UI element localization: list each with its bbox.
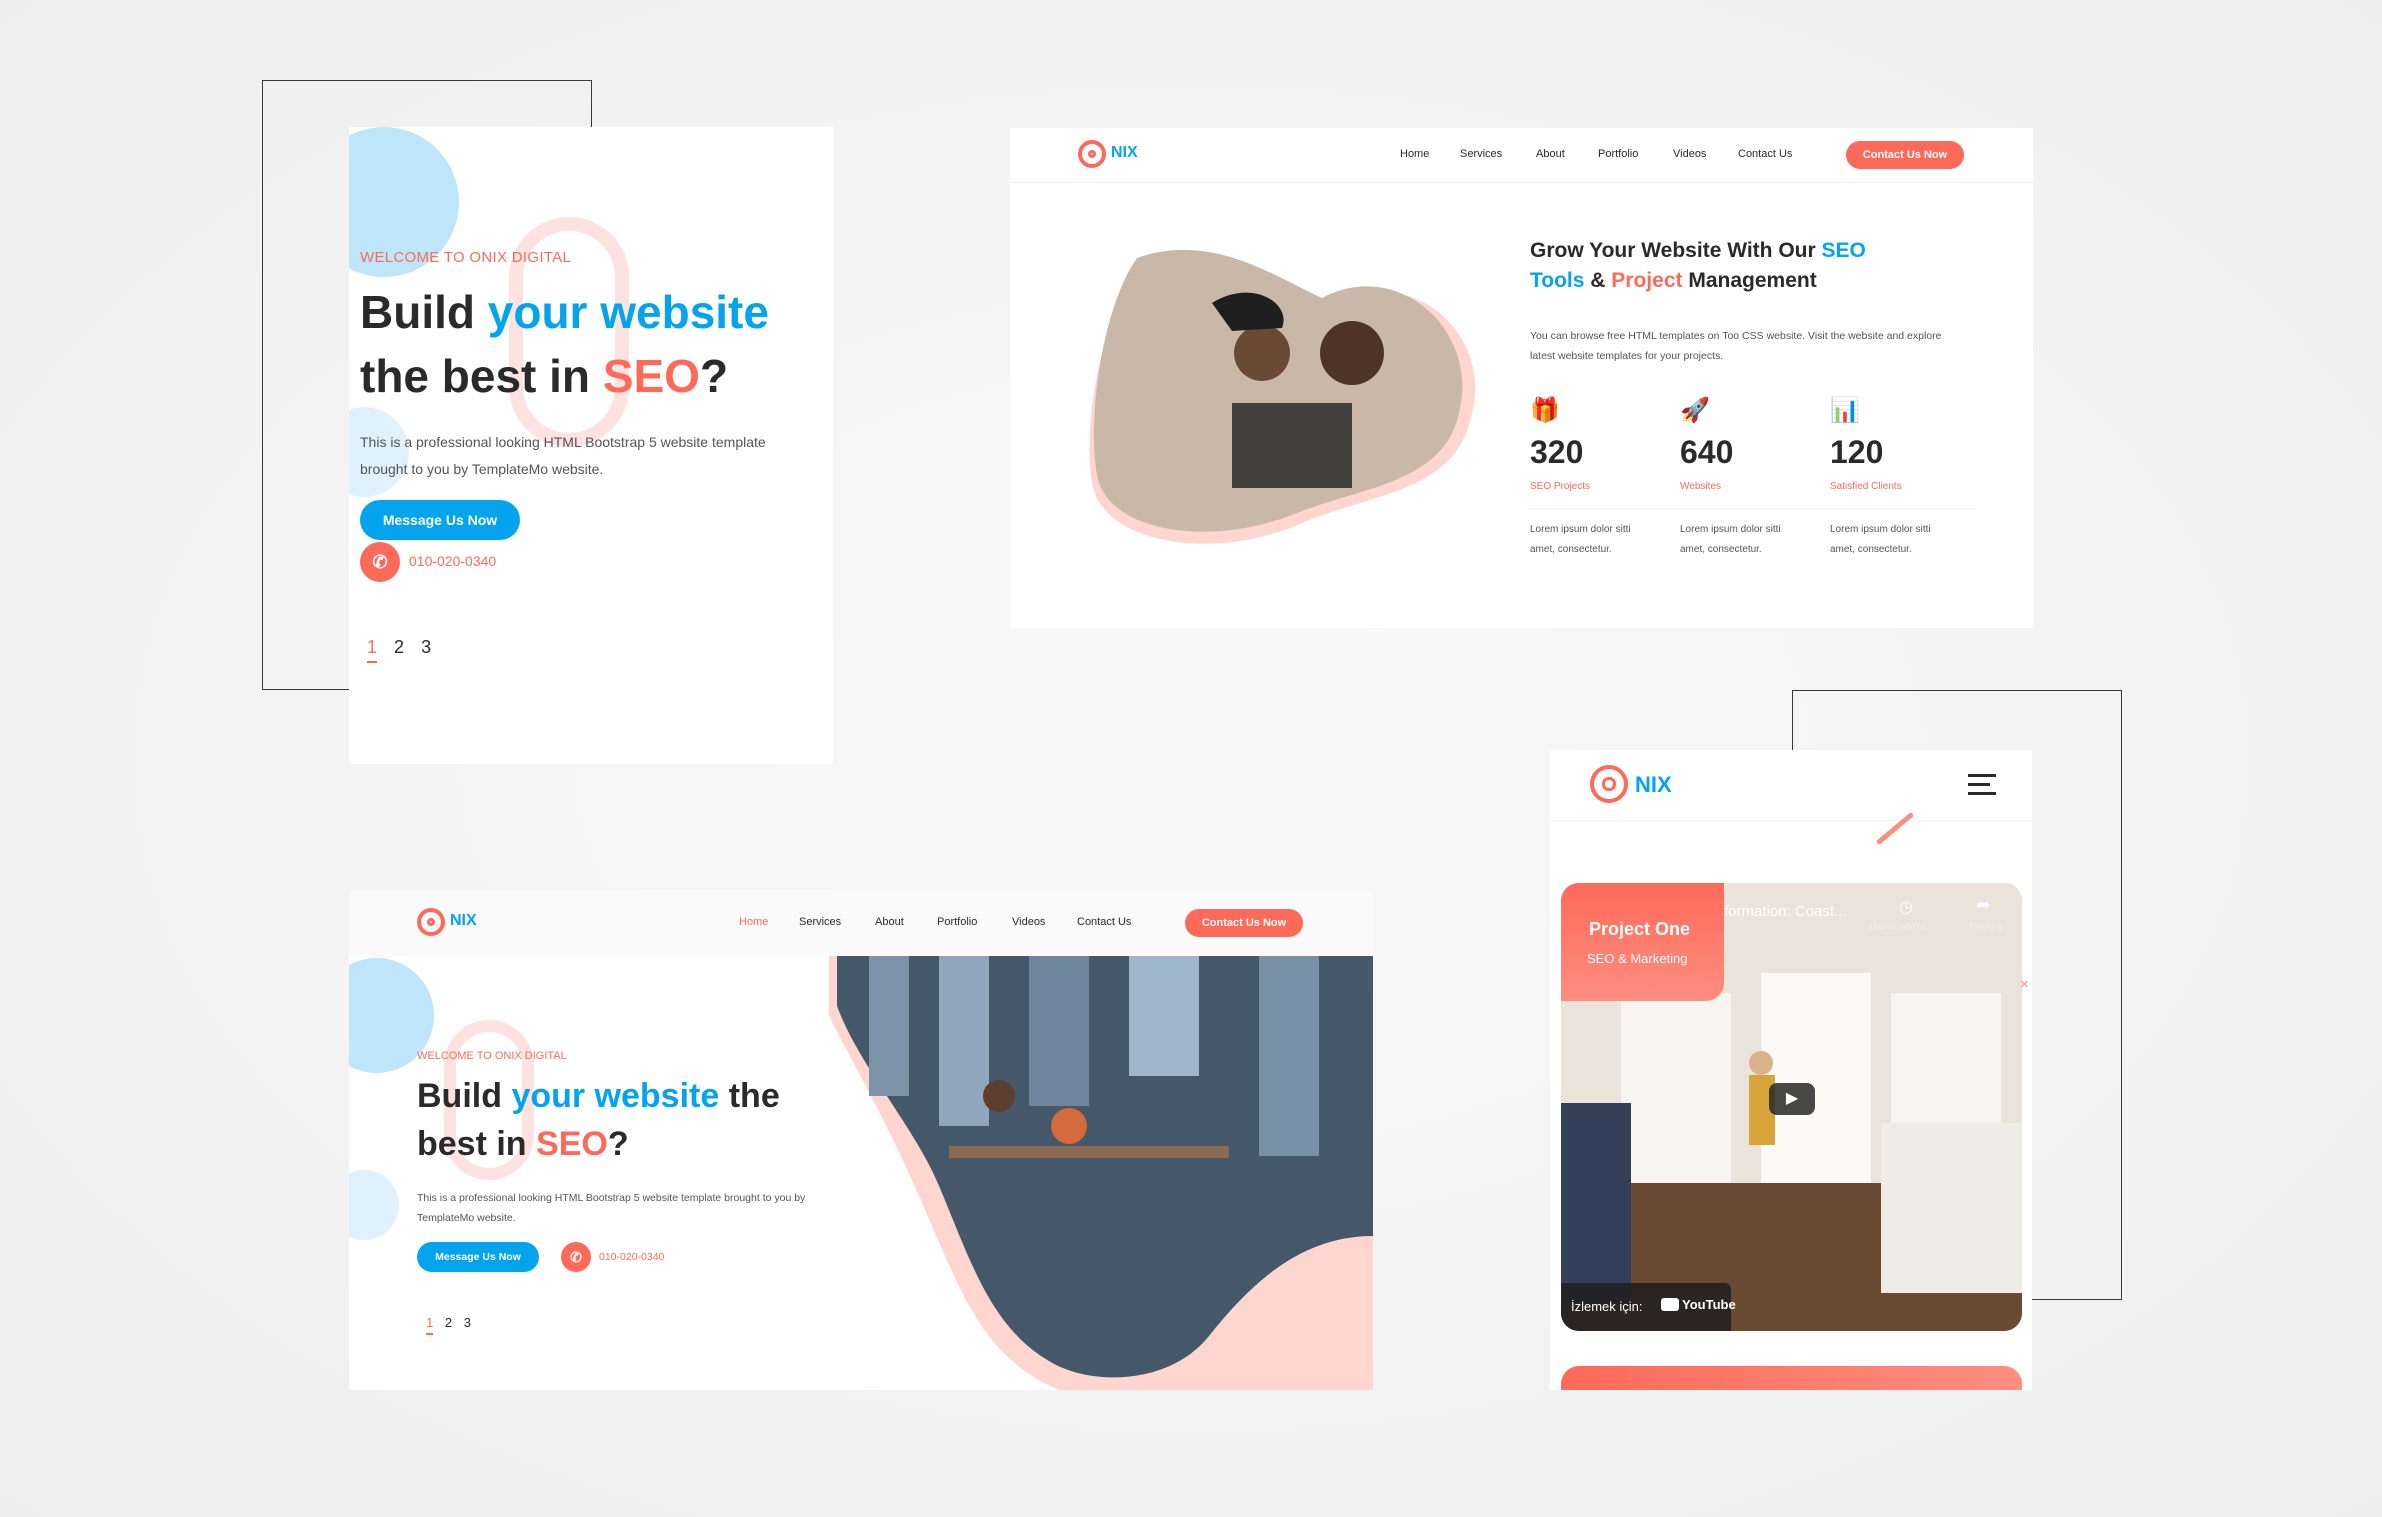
stat-value: 320 bbox=[1530, 434, 1584, 470]
phone-number[interactable]: 010-020-0340 bbox=[599, 1251, 664, 1263]
phone-number[interactable]: 010-020-0340 bbox=[409, 553, 496, 569]
nav-portfolio[interactable]: Portfolio bbox=[1598, 148, 1638, 160]
about-card: NIX Home Services About Portfolio Videos… bbox=[1010, 128, 2033, 628]
stat-label: Websites bbox=[1680, 481, 1721, 492]
page-1[interactable]: 1 bbox=[367, 637, 378, 663]
project-badge: Project One SEO & Marketing bbox=[1561, 883, 1724, 1001]
chart-icon: 📊 bbox=[1830, 397, 1860, 424]
stat-desc: Lorem ipsum dolor sitti amet, consectetu… bbox=[1830, 524, 1931, 555]
share-icon[interactable]: ➦ bbox=[1976, 895, 1990, 915]
office-photo bbox=[829, 956, 1373, 1390]
about-description: You can browse free HTML templates on To… bbox=[1530, 330, 1942, 362]
stat-desc: Lorem ipsum dolor sitti amet, consectetu… bbox=[1680, 524, 1781, 555]
phone-icon[interactable]: ✆ bbox=[360, 542, 400, 582]
mobile-hero-card: WELCOME TO ONIX DIGITAL Build your websi… bbox=[349, 127, 833, 764]
stat-desc: Lorem ipsum dolor sitti amet, consectetu… bbox=[1530, 524, 1631, 555]
nav-home[interactable]: Home bbox=[1400, 148, 1429, 160]
logo-icon bbox=[417, 908, 445, 936]
watch-later-label[interactable]: Daha sonra... bbox=[1869, 921, 1935, 933]
pagination: 1 2 3 bbox=[367, 637, 431, 663]
clock-icon[interactable]: ◷ bbox=[1899, 897, 1913, 917]
logo-text: NIX bbox=[1111, 144, 1138, 161]
team-photo bbox=[1089, 249, 1476, 544]
watch-on-label: İzlemek için: bbox=[1571, 1299, 1643, 1314]
hero-description: This is a professional looking HTML Boot… bbox=[360, 434, 766, 477]
youtube-label: YouTube bbox=[1682, 1297, 1736, 1312]
hero-eyebrow: WELCOME TO ONIX DIGITAL bbox=[417, 1050, 567, 1062]
nav-about[interactable]: About bbox=[875, 916, 904, 928]
stat-value: 640 bbox=[1680, 434, 1734, 470]
youtube-logo-icon bbox=[1661, 1298, 1679, 1311]
about-heading: Grow Your Website With Our SEO Tools & P… bbox=[1530, 239, 1866, 292]
project-title: Project One bbox=[1589, 919, 1691, 939]
watch-on-youtube-bar[interactable]: İzlemek için: YouTube bbox=[1561, 1283, 1736, 1331]
nav-videos[interactable]: Videos bbox=[1012, 916, 1045, 928]
page-3[interactable]: 3 bbox=[421, 637, 431, 657]
gift-icon: 🎁 bbox=[1530, 397, 1560, 424]
page-1[interactable]: 1 bbox=[426, 1315, 434, 1335]
page-3[interactable]: 3 bbox=[464, 1315, 471, 1330]
logo-icon bbox=[1590, 765, 1628, 803]
phone-icon[interactable]: ✆ bbox=[561, 1242, 591, 1272]
stat-value: 120 bbox=[1830, 434, 1884, 470]
project-subtitle: SEO & Marketing bbox=[1587, 951, 1688, 966]
nav-videos[interactable]: Videos bbox=[1673, 148, 1706, 160]
hero-title: Build your website the best in SEO? bbox=[360, 286, 769, 402]
logo-text: NIX bbox=[450, 912, 477, 929]
desktop-hero-card: NIX Home Services About Portfolio Videos… bbox=[349, 890, 1373, 1390]
close-icon[interactable]: × bbox=[2020, 976, 2029, 993]
hero-title: Build your website the best in SEO? bbox=[417, 1077, 780, 1163]
nav-portfolio[interactable]: Portfolio bbox=[937, 916, 977, 928]
contact-us-button[interactable]: Contact Us Now bbox=[1846, 141, 1964, 169]
pagination: 1 2 3 bbox=[426, 1315, 471, 1335]
hero-description: This is a professional looking HTML Boot… bbox=[417, 1192, 806, 1224]
nav-about[interactable]: About bbox=[1536, 148, 1565, 160]
message-us-button[interactable]: Message Us Now bbox=[360, 500, 520, 540]
nav-contact[interactable]: Contact Us bbox=[1738, 148, 1792, 160]
logo-icon bbox=[1078, 140, 1106, 168]
stat-label: SEO Projects bbox=[1530, 481, 1591, 492]
rocket-icon: 🚀 bbox=[1680, 397, 1710, 424]
play-button[interactable]: ▶ bbox=[1769, 1083, 1815, 1115]
mobile-video-card: NIX ▶ formation: Coast... ◷ Daha sonra..… bbox=[1550, 750, 2032, 1390]
stat-label: Satisfied Clients bbox=[1830, 481, 1902, 492]
nav-services[interactable]: Services bbox=[799, 916, 841, 928]
nav-contact[interactable]: Contact Us bbox=[1077, 916, 1131, 928]
nav-home[interactable]: Home bbox=[739, 916, 768, 928]
message-us-button[interactable]: Message Us Now bbox=[417, 1242, 539, 1272]
stats-divider bbox=[1530, 508, 1975, 509]
hero-eyebrow: WELCOME TO ONIX DIGITAL bbox=[360, 249, 572, 266]
logo-text: NIX bbox=[1635, 772, 1672, 797]
next-card-peek bbox=[1561, 1366, 2022, 1390]
contact-us-button[interactable]: Contact Us Now bbox=[1185, 909, 1303, 937]
video-title: formation: Coast... bbox=[1724, 903, 1847, 920]
share-label[interactable]: Paylaş bbox=[1969, 921, 2002, 933]
hamburger-menu-icon[interactable] bbox=[1968, 774, 1996, 796]
blue-blob-small bbox=[349, 1170, 399, 1240]
page-2[interactable]: 2 bbox=[394, 637, 404, 657]
page-2[interactable]: 2 bbox=[445, 1315, 452, 1330]
nav-services[interactable]: Services bbox=[1460, 148, 1502, 160]
